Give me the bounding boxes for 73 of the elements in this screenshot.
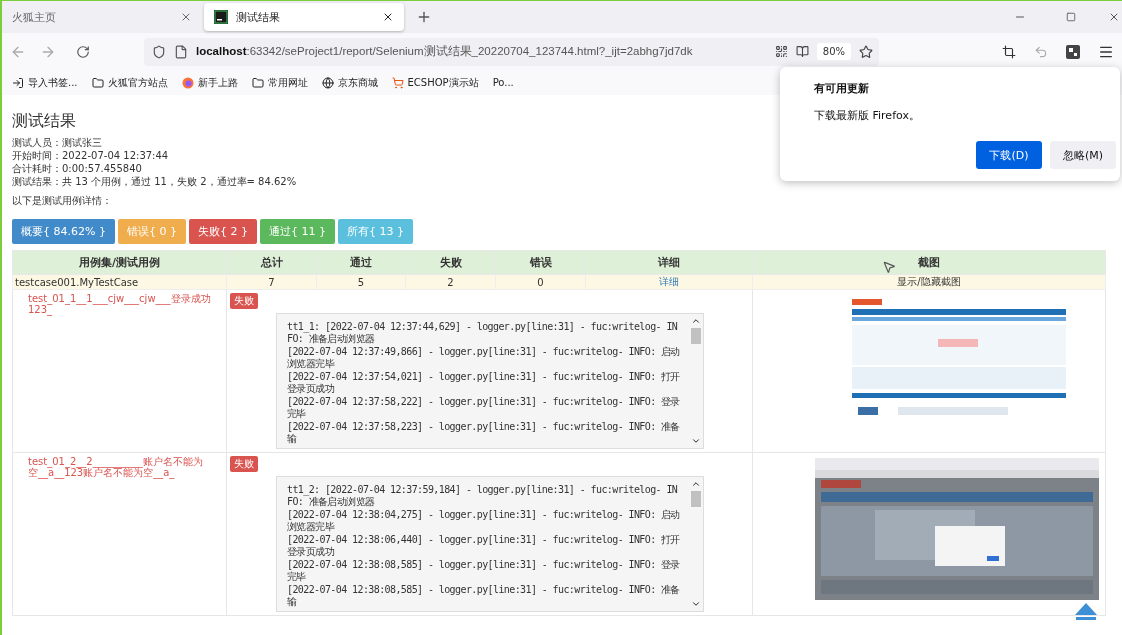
bookmark-item[interactable]: Po...: [492, 77, 514, 88]
new-tab-icon[interactable]: [416, 9, 432, 25]
globe-icon: [321, 76, 334, 89]
browser-logo-icon: [181, 76, 194, 89]
column-header: 用例集/测试用例: [12, 250, 227, 275]
page-icon: [174, 44, 188, 59]
column-header: 总计: [226, 250, 317, 275]
log-line: [2022-07-04 12:37:49,866] - logger.py[line:31] - fuc:writelog- INFO: 启动浏览器完毕: [287, 346, 681, 369]
log-line: [2022-07-04 12:37:54,021] - logger.py[line:31] - fuc:writelog- INFO: 打开登录页成功: [287, 371, 681, 394]
close-icon[interactable]: [382, 11, 394, 23]
log-line: [2022-07-04 12:37:58,223] - logger.py[line:31] - fuc:writelog- INFO: 准备输: [287, 421, 681, 444]
folder-icon: [91, 76, 104, 89]
close-icon[interactable]: [1108, 11, 1120, 23]
column-header: 详细: [585, 250, 753, 275]
scrollbar-thumb[interactable]: [691, 328, 701, 344]
log-line: [2022-07-04 12:38:08,585] - logger.py[line:31] - fuc:writelog- INFO: 登录完毕: [287, 559, 681, 582]
status-badge: 失败: [230, 456, 258, 472]
reader-icon[interactable]: [795, 45, 809, 58]
scrollbar-thumb[interactable]: [691, 491, 701, 507]
status-badge: 失败: [230, 293, 258, 309]
column-header: 通过: [316, 250, 406, 275]
popup-title: 有可用更新: [814, 81, 870, 96]
qr-code-icon[interactable]: [774, 45, 788, 58]
extension-icon[interactable]: [1066, 44, 1080, 59]
detail-link[interactable]: 详细: [659, 276, 679, 287]
log-line: [2022-07-04 12:38:06,440] - logger.py[line:31] - fuc:writelog- INFO: 打开登录页成功: [287, 534, 681, 557]
browser-tab[interactable]: 火狐主页: [2, 3, 202, 31]
bookmark-star-icon[interactable]: [859, 44, 873, 59]
report-info: 测试人员：测试张三: [12, 136, 102, 149]
test-name: test_01_1__1___cjw___cjw___登录成功123_: [27, 293, 212, 315]
bookmark-item[interactable]: 导入书签...: [12, 75, 78, 90]
bookmark-item[interactable]: ECSHOP演示站: [391, 75, 479, 90]
log-line: tt1_2: [2022-07-04 12:37:59,184] - logger.py[line:31] - fuc:writelog- INFO: 准备启动浏览器: [287, 484, 679, 507]
log-line: [2022-07-04 12:38:04,275] - logger.py[line:31] - fuc:writelog- INFO: 启动浏览器完毕: [287, 509, 681, 532]
filter-button[interactable]: 概要{ 84.62% }: [12, 219, 115, 244]
scroll-top-icon[interactable]: [1074, 601, 1098, 621]
report-info: 测试结果：共 13 个用例，通过 11，失败 2，通过率= 84.62%: [12, 175, 297, 188]
report-title: 测试结果: [12, 111, 76, 132]
crop-icon[interactable]: [1002, 44, 1016, 59]
bookmark-item[interactable]: 京东商城: [321, 75, 378, 90]
scroll-up-icon[interactable]: [691, 316, 701, 326]
folder-icon: [251, 76, 264, 89]
scroll-down-icon[interactable]: [691, 436, 701, 446]
log-line: [2022-07-04 12:38:08,585] - logger.py[line:31] - fuc:writelog- INFO: 准备输: [287, 584, 681, 607]
test-name: test_01_2__2__________账户名不能为空__a__123账户名不能为空__a_: [27, 456, 204, 478]
report-info: 开始时间：2022-07-04 12:37:44: [12, 149, 169, 162]
scroll-up-icon[interactable]: [691, 479, 701, 489]
zoom-level[interactable]: 80%: [816, 43, 851, 60]
report-info: 以下是测试用例详情：: [12, 194, 112, 207]
bookmark-item[interactable]: 常用网址: [251, 75, 308, 90]
log-line: [2022-07-04 12:37:58,222] - logger.py[line:31] - fuc:writelog- INFO: 登录完毕: [287, 396, 681, 419]
log-line: tt1_1: [2022-07-04 12:37:44,629] - logger.py[line:31] - fuc:writelog- INFO: 准备启动浏览器: [287, 321, 679, 344]
shield-icon: [152, 44, 166, 59]
terminal-icon: [214, 10, 228, 24]
scroll-down-icon[interactable]: [691, 599, 701, 609]
address-bar[interactable]: localhost:63342/seProject1/report/Selenium测试结果_20220704_123744.html?_ijt=2abhg7jd7dk 80%: [144, 37, 879, 66]
popup-button[interactable]: 忽略(M): [1050, 141, 1116, 169]
column-header: 错误: [495, 250, 586, 275]
cursor-icon: [882, 260, 896, 274]
import-icon: [12, 76, 24, 89]
cart-icon: [391, 76, 404, 89]
filter-button[interactable]: 失败{ 2 }: [188, 219, 257, 244]
column-header: 截图: [752, 250, 1106, 275]
bookmark-item[interactable]: 火狐官方站点: [91, 75, 168, 90]
popup-message: 下载最新版 Firefox。: [814, 108, 921, 123]
reload-icon[interactable]: [76, 44, 90, 59]
screenshot-toggle-link[interactable]: 显示/隐藏截图: [897, 276, 961, 287]
column-header: 失败: [405, 250, 496, 275]
report-info: 合计耗时：0:00:57.455840: [12, 162, 142, 175]
browser-tab[interactable]: 测试结果: [204, 3, 404, 31]
bookmark-item[interactable]: 新手上路: [181, 75, 238, 90]
popup-button[interactable]: 下载(D): [976, 141, 1042, 169]
maximize-icon[interactable]: [1066, 12, 1076, 22]
